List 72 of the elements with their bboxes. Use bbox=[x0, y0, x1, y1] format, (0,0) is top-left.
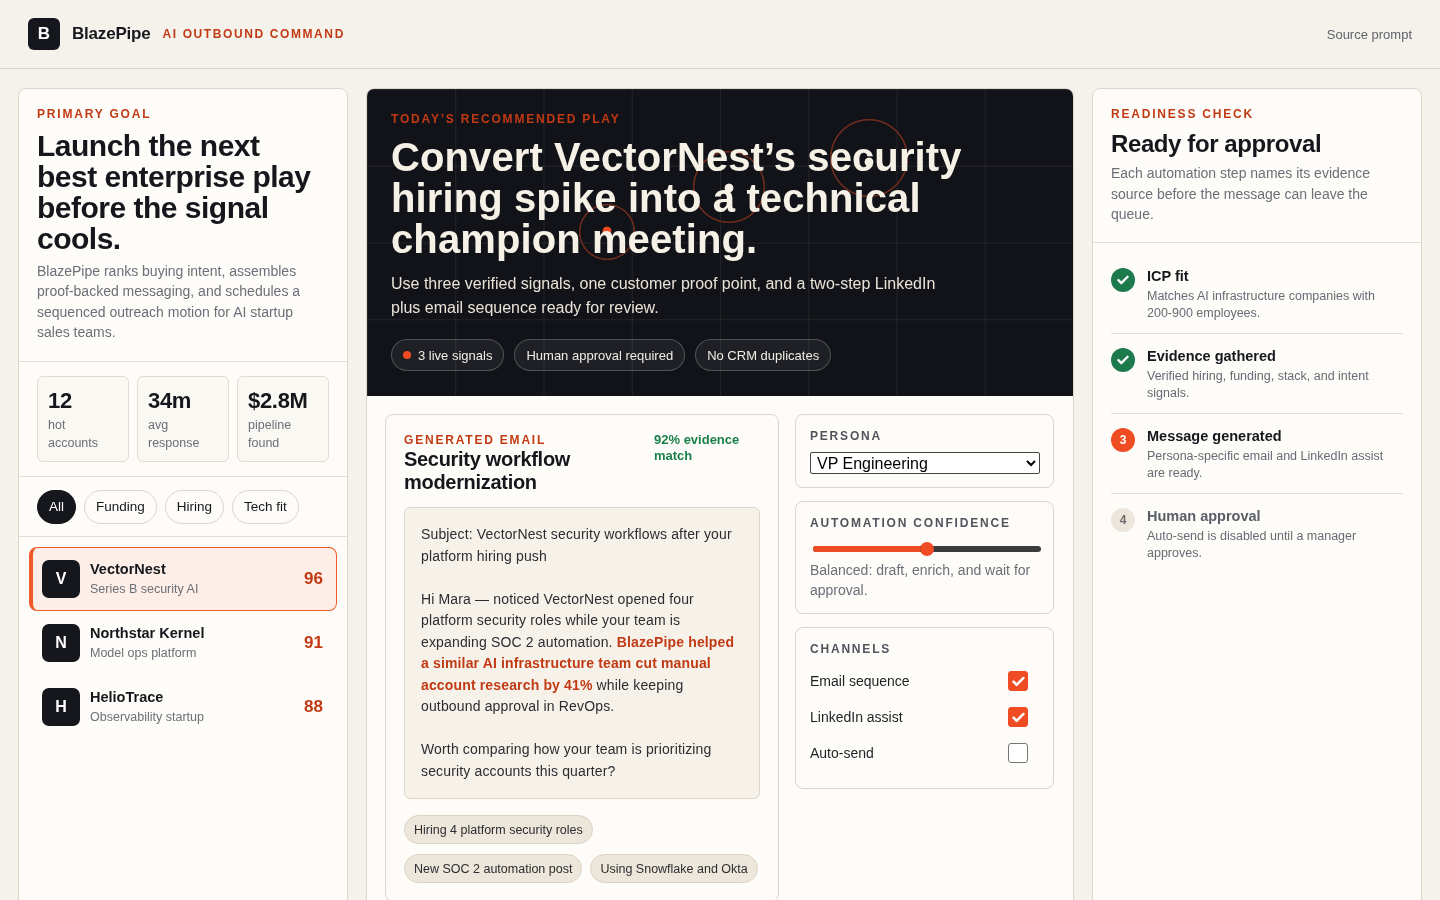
status-pill-label: Human approval required bbox=[526, 347, 674, 363]
persona-select[interactable]: VP Engineering bbox=[810, 452, 1040, 474]
tick-icon bbox=[1011, 710, 1025, 724]
channel-label: Auto-send bbox=[810, 745, 874, 761]
step-title: Message generated bbox=[1147, 426, 1283, 446]
account-name: HelioTrace bbox=[90, 687, 164, 707]
email-paragraph: Subject: VectorNest security workflows after your platform hiring push bbox=[421, 525, 733, 566]
field-label: CHANNELS bbox=[810, 641, 893, 657]
brand-logo: B bbox=[28, 18, 60, 50]
goal-description: BlazePipe ranks buying intent, assembles proof-backed messaging, and schedules a sequenced outreach motion for AI startup sales teams. bbox=[37, 262, 302, 343]
checkbox[interactable] bbox=[1008, 707, 1028, 727]
evidence-match-label: 92% evidence match bbox=[654, 432, 741, 465]
checkbox[interactable] bbox=[1008, 743, 1028, 763]
stat-value: 34m bbox=[148, 387, 193, 414]
account-score: 91 bbox=[304, 632, 323, 653]
account-name: Northstar Kernel bbox=[90, 623, 205, 643]
evidence-tag: Using Snowflake and Okta bbox=[590, 854, 758, 883]
channel-label: LinkedIn assist bbox=[810, 709, 903, 725]
stat-value: 12 bbox=[48, 387, 73, 414]
account-subtitle: Observability startup bbox=[90, 708, 204, 726]
account-row[interactable]: N Northstar Kernel Model ops platform 91 bbox=[29, 610, 337, 675]
slider-thumb[interactable] bbox=[920, 542, 934, 556]
email-paragraph: Worth comparing how your team is prioritizing security accounts this quarter? bbox=[421, 740, 713, 781]
confidence-description: Balanced: draft, enrich, and wait for approval. bbox=[810, 561, 1032, 600]
goal-title: Launch the next best enterprise play before the signal cools. bbox=[37, 130, 312, 254]
field-label: AUTOMATION CONFIDENCE bbox=[810, 515, 1012, 531]
email-title: Security workflow modernization bbox=[404, 448, 572, 494]
checkbox[interactable] bbox=[1008, 671, 1028, 691]
account-subtitle: Model ops platform bbox=[90, 644, 197, 662]
step-detail: Persona-specific email and LinkedIn assist are ready. bbox=[1147, 447, 1385, 482]
evidence-tag: Hiring 4 platform security roles bbox=[404, 815, 593, 844]
evidence-tag: New SOC 2 automation post bbox=[404, 854, 583, 883]
account-name: VectorNest bbox=[90, 559, 166, 579]
account-initial: H bbox=[42, 687, 80, 726]
readiness-title: Ready for approval bbox=[1111, 130, 1323, 158]
filter-chip[interactable]: All bbox=[37, 489, 76, 524]
account-initial: V bbox=[42, 559, 80, 598]
step-title: Human approval bbox=[1147, 506, 1262, 526]
play-description: Use three verified signals, one customer proof point, and a two-step LinkedIn plus email sequence ready for review. bbox=[391, 274, 937, 318]
filter-chip[interactable]: Funding bbox=[84, 489, 157, 524]
account-row[interactable]: V VectorNest Series B security AI 96 bbox=[29, 546, 337, 611]
step-number: 3 bbox=[1111, 427, 1135, 452]
step-title: ICP fit bbox=[1147, 266, 1190, 286]
step-detail: Auto-send is disabled until a manager approves. bbox=[1147, 527, 1358, 562]
field-label: PERSONA bbox=[810, 428, 883, 444]
stat-label: avg response bbox=[148, 416, 200, 452]
status-pill-label: No CRM duplicates bbox=[707, 347, 820, 363]
account-score: 88 bbox=[304, 696, 323, 717]
step-detail: Verified hiring, funding, stack, and intent signals. bbox=[1147, 367, 1370, 402]
account-initial: N bbox=[42, 623, 80, 662]
account-subtitle: Series B security AI bbox=[90, 580, 199, 598]
section-eyebrow: PRIMARY GOAL bbox=[37, 106, 153, 122]
section-eyebrow: READINESS CHECK bbox=[1111, 106, 1255, 122]
account-score: 96 bbox=[304, 568, 323, 589]
source-prompt-link[interactable]: Source prompt bbox=[1326, 26, 1412, 42]
account-row[interactable]: H HelioTrace Observability startup 88 bbox=[29, 674, 337, 739]
readiness-description: Each automation step names its evidence source before the message can leave the queue. bbox=[1111, 164, 1372, 224]
section-eyebrow: TODAY’S RECOMMENDED PLAY bbox=[391, 111, 621, 127]
stat-value: $2.8M bbox=[248, 387, 309, 414]
channel-label: Email sequence bbox=[810, 673, 910, 689]
brand-tagline: AI OUTBOUND COMMAND bbox=[162, 27, 345, 41]
step-number: 4 bbox=[1111, 507, 1135, 532]
section-eyebrow: GENERATED EMAIL bbox=[404, 432, 548, 448]
play-title: Convert VectorNest’s security hiring spike into a technical champion meeting. bbox=[391, 137, 963, 260]
status-pill-label: 3 live signals bbox=[418, 347, 493, 363]
step-detail: Matches AI infrastructure companies with 200-900 employees. bbox=[1147, 287, 1376, 322]
step-title: Evidence gathered bbox=[1147, 346, 1277, 366]
email-paragraph: Hi Mara — noticed VectorNest opened four platform security roles while your team is expanding SOC 2 automation. BlazePipe helped a similar AI infrastructure team cut manual account research by 41% while keeping outbound approval in RevOps. bbox=[421, 589, 736, 716]
brand-name: BlazePipe bbox=[72, 24, 151, 44]
stat-label: hot accounts bbox=[48, 416, 99, 452]
tick-icon bbox=[1011, 674, 1025, 688]
stat-label: pipeline found bbox=[248, 416, 292, 452]
